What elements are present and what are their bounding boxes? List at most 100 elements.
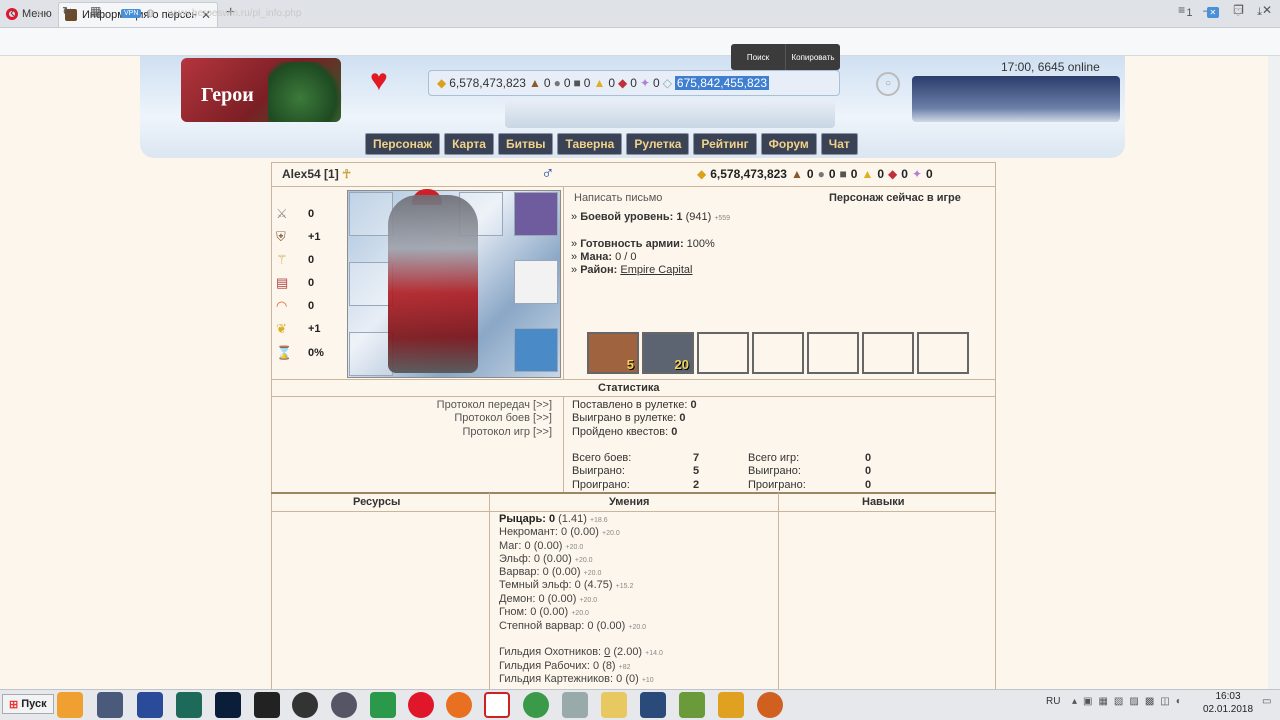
taskbar-app-icon[interactable]	[57, 692, 83, 718]
christmas-tree-decoration	[268, 62, 348, 122]
heart-bookmark-icon[interactable]: ♡	[1233, 6, 1243, 19]
heart-icon[interactable]: ♥	[370, 66, 400, 96]
army-slot[interactable]: 20	[642, 332, 694, 374]
taskbar-app-icon[interactable]	[331, 692, 357, 718]
taskbar-obs-icon[interactable]	[292, 692, 318, 718]
start-button[interactable]: ⊞ Пуск	[2, 694, 54, 714]
guild-row: Гильдия Охотников: 0 (2.00) +14.0	[499, 646, 663, 658]
windows-flag-icon: ⊞	[9, 698, 19, 711]
taskbar-app-icon[interactable]	[757, 692, 783, 718]
forward-icon[interactable]: ›	[36, 4, 41, 21]
ring-icon[interactable]: ○	[876, 72, 900, 96]
taskbar-app-icon[interactable]	[370, 692, 396, 718]
skill-next: +20.0	[571, 610, 589, 617]
skill-name: Степной варвар:	[499, 620, 585, 632]
reload-icon[interactable]: ↻	[62, 4, 73, 20]
vpn-extension-icon[interactable]: ✕	[1206, 7, 1220, 18]
character-sulfur: 0	[877, 167, 885, 181]
army-slot-empty[interactable]	[917, 332, 969, 374]
army-slot-empty[interactable]	[807, 332, 859, 374]
equip-slot-armor[interactable]	[514, 260, 558, 304]
taskbar-video-icon[interactable]	[254, 692, 280, 718]
army-slot-empty[interactable]	[697, 332, 749, 374]
combat-level-row: » Боевой уровень: 1 (941) +559	[571, 211, 731, 223]
taskbar-firefox-icon[interactable]	[446, 692, 472, 718]
equip-slot-deer[interactable]	[514, 328, 558, 372]
guild-value[interactable]: 0	[604, 646, 610, 658]
url-field[interactable]: www.heroeswm.ru/pl_info.php	[168, 8, 301, 19]
context-copy-button[interactable]: Копировать	[785, 44, 840, 70]
battles-lost-label: Проиграно:	[572, 479, 630, 491]
taskbar-app-icon[interactable]	[718, 692, 744, 718]
protocol-games-link[interactable]: Протокол игр [>>]	[462, 426, 552, 438]
character-name[interactable]: Alex54	[282, 167, 321, 181]
winter-city-decoration	[912, 76, 1120, 122]
roulette-won-row: Выиграно в рулетке: 0	[572, 412, 686, 424]
taskbar-app-icon[interactable]	[562, 692, 588, 718]
taskbar-folder-icon[interactable]	[601, 692, 627, 718]
skill-next: +20.0	[583, 570, 602, 577]
page-scrollbar[interactable]	[1268, 56, 1280, 689]
speed-dial-icon[interactable]: ▦	[90, 4, 101, 18]
nav-roulette[interactable]: Рулетка	[626, 133, 690, 155]
tabs-menu-icon[interactable]: ≡	[1178, 3, 1185, 17]
back-icon[interactable]: ‹	[10, 4, 15, 21]
wood-value: 0	[543, 76, 551, 90]
close-window-icon[interactable]: ✕	[1262, 3, 1272, 17]
army-slot[interactable]: 5	[587, 332, 639, 374]
skill-name: Варвар:	[499, 566, 540, 578]
nav-forum[interactable]: Форум	[760, 133, 817, 155]
nav-tavern[interactable]: Таверна	[557, 133, 623, 155]
roulette-won-label: Выиграно в рулетке:	[572, 412, 677, 424]
system-tray-icons[interactable]: ▴▣▦▧▨▩◫◐	[1072, 696, 1188, 707]
army-ready-label: Готовность армии:	[580, 238, 684, 250]
roulette-bet-value: 0	[690, 399, 697, 411]
nav-battles[interactable]: Битвы	[497, 133, 554, 155]
taskbar-app-icon[interactable]	[176, 692, 202, 718]
divider	[271, 186, 996, 187]
district-link[interactable]: Empire Capital	[620, 264, 692, 276]
army-slot-empty[interactable]	[752, 332, 804, 374]
knight-figure	[388, 195, 478, 373]
nav-rating[interactable]: Рейтинг	[693, 133, 757, 155]
download-icon[interactable]: ⤓	[1257, 6, 1262, 19]
extension-count[interactable]: 1	[1186, 7, 1192, 19]
taskbar-chrome-icon[interactable]	[523, 692, 549, 718]
protocol-battles-link[interactable]: Протокол боев [>>]	[454, 412, 552, 424]
equip-slot-ring[interactable]	[349, 192, 393, 236]
equip-slot[interactable]	[349, 332, 393, 376]
taskbar-time: 16:03	[1215, 691, 1241, 702]
nav-map[interactable]: Карта	[444, 133, 494, 155]
district-row: » Район: Empire Capital	[571, 264, 693, 276]
nav-chat[interactable]: Чат	[820, 133, 858, 155]
keyboard-language[interactable]: RU	[1046, 696, 1060, 707]
stat-knowledge: ▤ 0	[276, 275, 331, 291]
nav-character[interactable]: Персонаж	[365, 133, 441, 155]
equip-slot-ring[interactable]	[349, 262, 393, 306]
resources-heading: Ресурсы	[353, 496, 401, 508]
taskbar-photoshop-icon[interactable]	[215, 692, 241, 718]
taskbar-clock[interactable]: 16:03 02.01.2018	[1203, 690, 1253, 716]
write-letter-link[interactable]: Написать письмо	[574, 192, 662, 204]
taskbar-opera-icon[interactable]	[408, 692, 434, 718]
notifications-icon[interactable]: ▭	[1262, 696, 1271, 707]
context-search-button[interactable]: Поиск	[731, 44, 785, 70]
vpn-badge[interactable]: VPN	[121, 9, 142, 18]
army-slot-empty[interactable]	[862, 332, 914, 374]
equip-slot-spellbook[interactable]	[514, 192, 558, 236]
taskbar-app-icon[interactable]	[640, 692, 666, 718]
taskbar-save-icon[interactable]	[137, 692, 163, 718]
taskbar-app-icon[interactable]	[97, 692, 123, 718]
divider	[563, 186, 564, 380]
mercury-icon: ■	[573, 76, 581, 90]
wings-icon: ❦	[276, 321, 287, 336]
protocol-transfers-link[interactable]: Протокол передач [>>]	[437, 399, 552, 411]
skill-value: 0	[548, 513, 556, 525]
diamonds-value[interactable]: 675,842,455,823	[674, 76, 770, 90]
taskbar-app-icon[interactable]	[679, 692, 705, 718]
taskbar-opera-active-icon[interactable]	[484, 692, 510, 718]
guild-points: (0)	[625, 673, 639, 685]
combat-level-exp: (941)	[685, 211, 712, 223]
skill-points: (4.75)	[583, 579, 613, 591]
wood-icon: ▲	[790, 167, 803, 181]
